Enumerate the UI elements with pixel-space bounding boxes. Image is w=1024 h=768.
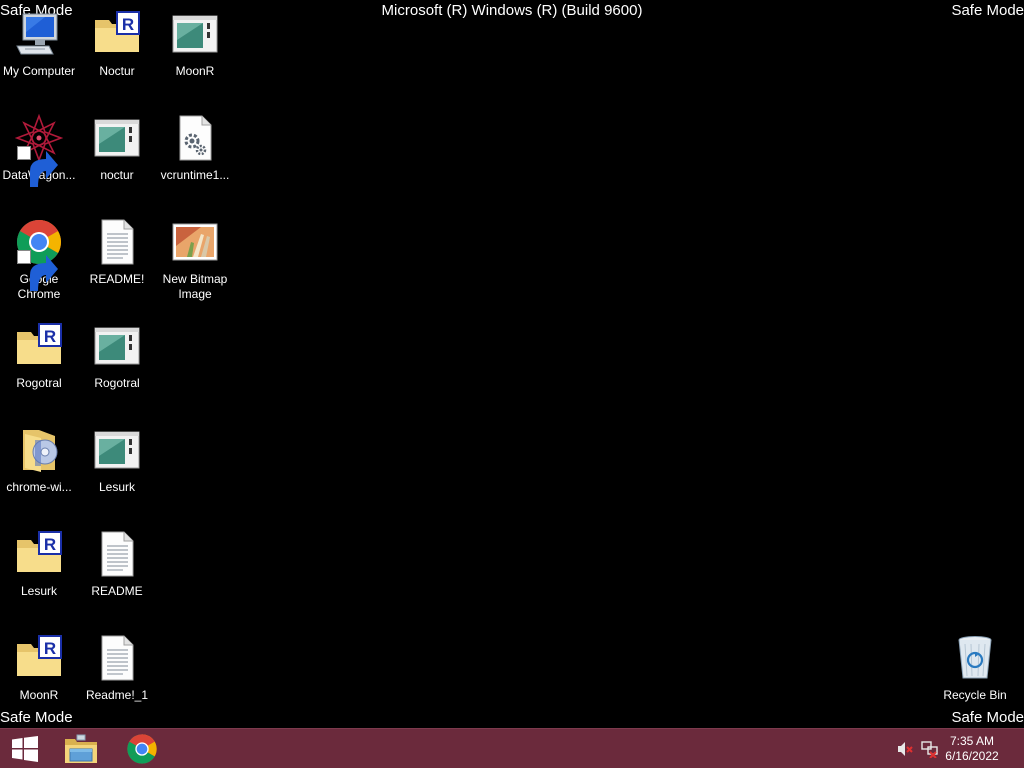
dll-file-icon xyxy=(171,114,219,162)
desktop-icon-chrome-wi[interactable]: chrome-wi... xyxy=(0,426,78,526)
desktop-icon-readme-1[interactable]: Readme!_1 xyxy=(78,634,156,734)
desktop-icon-my-computer[interactable]: My Computer xyxy=(0,10,78,110)
text-file-icon xyxy=(93,634,141,682)
svg-text:R: R xyxy=(44,535,56,554)
shortcut-arrow-icon xyxy=(17,250,58,291)
safe-mode-label-bottom-left: Safe Mode xyxy=(0,709,73,726)
start-button[interactable] xyxy=(0,729,50,768)
app-window-icon xyxy=(171,10,219,58)
chrome-icon xyxy=(15,218,63,291)
r-folder-icon: R xyxy=(15,634,63,682)
desktop-icon-label: My Computer xyxy=(2,64,76,78)
desktop-icon-readme-excl[interactable]: README! xyxy=(78,218,156,318)
recycle-bin-icon xyxy=(951,634,999,682)
desktop-icon-datawagon[interactable]: DataWagon... xyxy=(0,114,78,214)
desktop-icon-label: README! xyxy=(89,272,145,286)
desktop-icon-label: noctur xyxy=(100,168,134,182)
app-window-icon xyxy=(93,114,141,162)
speaker-muted-icon[interactable] xyxy=(896,740,914,758)
taskbar: 7:35 AM 6/16/2022 xyxy=(0,728,1024,768)
svg-text:R: R xyxy=(122,15,134,34)
r-folder-icon: R xyxy=(15,530,63,578)
svg-text:R: R xyxy=(44,327,56,346)
safe-mode-label-bottom-right: Safe Mode xyxy=(951,709,1024,726)
svg-text:R: R xyxy=(44,639,56,658)
r-folder-icon: R xyxy=(15,322,63,370)
text-file-icon xyxy=(93,218,141,266)
chrome-folder-icon xyxy=(15,426,63,474)
desktop-icon-google-chrome[interactable]: Google Chrome xyxy=(0,218,78,318)
app-window-icon xyxy=(93,426,141,474)
desktop-icon-vcruntime[interactable]: vcruntime1... xyxy=(156,114,234,214)
computer-icon xyxy=(15,10,63,58)
desktop-icon-label: Rogotral xyxy=(16,376,62,390)
desktop-icon-label: Recycle Bin xyxy=(943,688,1007,702)
app-window-icon xyxy=(93,322,141,370)
desktop-icon-rogotral-folder[interactable]: R Rogotral xyxy=(0,322,78,422)
desktop-icon-label: Rogotral xyxy=(94,376,140,390)
bitmap-icon xyxy=(171,218,219,266)
shortcut-arrow-icon xyxy=(17,146,58,187)
taskbar-chrome-button[interactable] xyxy=(117,729,167,768)
desktop-icon-lesurk-app[interactable]: Lesurk xyxy=(78,426,156,526)
datawagon-icon xyxy=(15,114,63,187)
desktop-icon-noctur-folder[interactable]: R Noctur xyxy=(78,10,156,110)
desktop-icon-label: chrome-wi... xyxy=(6,480,72,494)
taskbar-clock[interactable]: 7:35 AM 6/16/2022 xyxy=(942,734,1002,764)
desktop-icon-new-bitmap[interactable]: New Bitmap Image xyxy=(156,218,234,318)
desktop-icon-readme[interactable]: README xyxy=(78,530,156,630)
desktop-icon-label: Noctur xyxy=(99,64,135,78)
taskbar-file-explorer-button[interactable] xyxy=(56,729,106,768)
desktop-icon-label: vcruntime1... xyxy=(160,168,230,182)
desktop-icon-label: MoonR xyxy=(175,64,215,78)
desktop-icon-label: New Bitmap Image xyxy=(162,272,228,301)
desktop-icon-noctur-app[interactable]: noctur xyxy=(78,114,156,214)
clock-date: 6/16/2022 xyxy=(945,749,999,763)
text-file-icon xyxy=(93,530,141,578)
windows-logo-icon xyxy=(11,736,39,762)
network-disconnected-icon[interactable] xyxy=(921,740,939,759)
safe-mode-label-top-right: Safe Mode xyxy=(951,2,1024,19)
desktop-icon-label: Readme!_1 xyxy=(85,688,149,702)
desktop-icon-label: Lesurk xyxy=(98,480,136,494)
file-explorer-icon xyxy=(64,734,98,764)
desktop-icon-label: Lesurk xyxy=(20,584,58,598)
desktop-icon-moonr-app[interactable]: MoonR xyxy=(156,10,234,110)
desktop-icon-rogotral-app[interactable]: Rogotral xyxy=(78,322,156,422)
desktop-icon-label: README xyxy=(91,584,143,598)
desktop-icon-lesurk-folder[interactable]: R Lesurk xyxy=(0,530,78,630)
chrome-icon xyxy=(126,733,158,765)
r-folder-icon: R xyxy=(93,10,141,58)
desktop-icon-label: MoonR xyxy=(19,688,59,702)
clock-time: 7:35 AM xyxy=(949,734,995,748)
